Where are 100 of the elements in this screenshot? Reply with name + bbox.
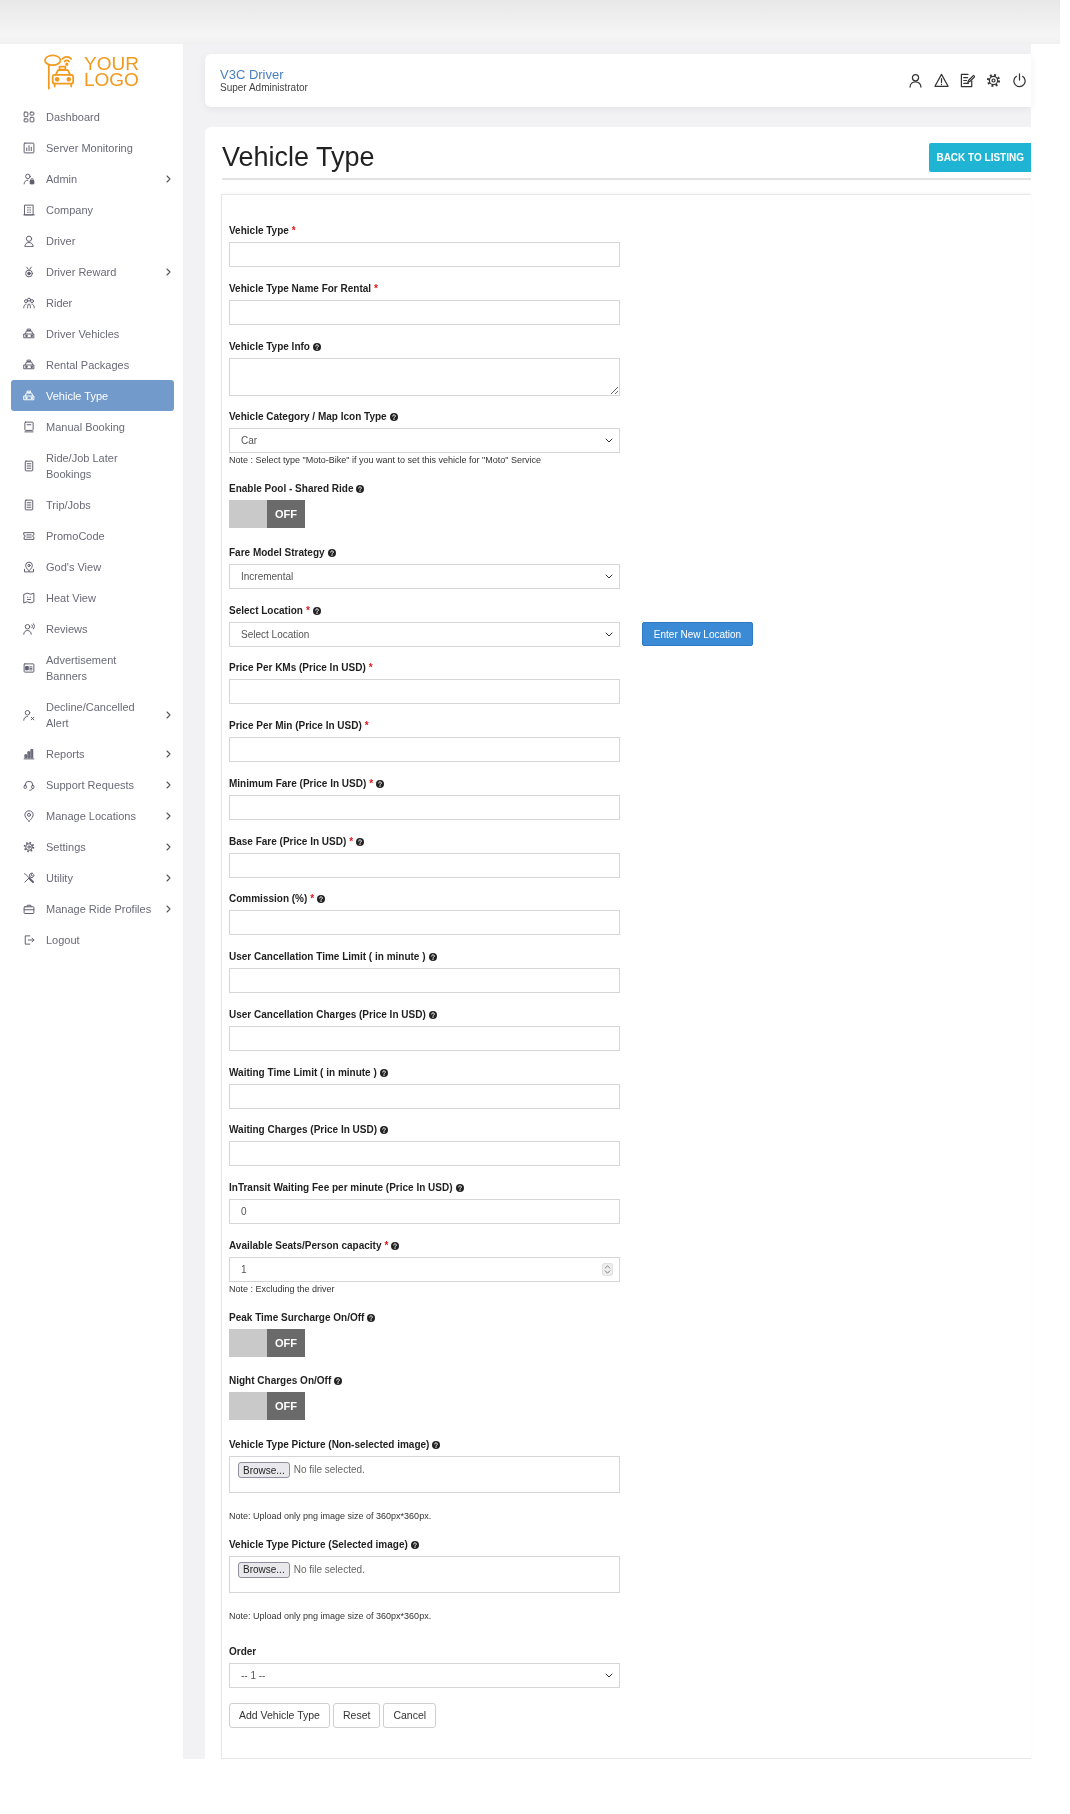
app-title: V3C Driver [220, 67, 285, 82]
medal-icon [23, 265, 35, 278]
car-icon [23, 327, 35, 340]
toggle-switch[interactable]: OFF [229, 500, 305, 528]
form-button[interactable]: Cancel [383, 1702, 437, 1728]
select-field[interactable]: -- 1 -- [229, 1662, 620, 1688]
car-icon [23, 389, 35, 402]
sidebar-item[interactable]: PromoCode [11, 520, 174, 551]
field-note: Note : Excluding the driver [229, 1282, 336, 1296]
sidebar-item[interactable]: Server Monitoring [11, 132, 174, 163]
field-note: Note: Upload only png image size of 360px*360px. [229, 1510, 433, 1523]
field-label: Order [229, 1644, 257, 1659]
text-field[interactable] [229, 794, 620, 820]
sidebar-item[interactable]: Vehicle Type [11, 380, 174, 411]
document-icon [23, 459, 35, 472]
field-label: Vehicle Type Info [229, 339, 310, 354]
sidebar-item[interactable]: Reports [11, 738, 174, 769]
sidebar-item[interactable]: Dashboard [11, 101, 174, 132]
field-label: Available Seats/Person capacity [229, 1238, 382, 1253]
text-field[interactable] [229, 679, 620, 705]
sidebar-item[interactable]: Advertisement Banners [11, 644, 174, 691]
sidebar-item[interactable]: Utility [11, 862, 174, 893]
location-pin-icon [23, 809, 35, 822]
sidebar-item[interactable]: Decline/Cancelled Alert [11, 691, 174, 738]
sidebar-item[interactable]: Manual Booking [11, 411, 174, 442]
person-icon [23, 234, 35, 247]
sidebar-item[interactable]: Ride/Job Later Bookings [11, 442, 174, 489]
text-field[interactable]: 0 [229, 1199, 620, 1224]
sidebar-item[interactable]: Heat View [11, 582, 174, 613]
file-field[interactable]: Browse... No file selected. [229, 1555, 620, 1593]
text-field[interactable] [229, 737, 620, 762]
field-label: User Cancellation Time Limit ( in minute ) [229, 950, 426, 964]
browse-button[interactable]: Browse... [238, 1462, 290, 1478]
user-lock-icon [23, 172, 35, 185]
enter-new-location-button[interactable]: Enter New Location [642, 622, 753, 646]
text-field[interactable] [229, 1025, 620, 1051]
chevron-down-icon [605, 573, 613, 579]
sidebar-item[interactable]: Reviews [11, 613, 174, 644]
required-mark: * [368, 661, 373, 676]
sidebar-item[interactable]: Driver [11, 225, 174, 256]
text-field[interactable] [229, 299, 620, 325]
chart-icon [23, 141, 35, 154]
sidebar-item[interactable]: Driver Reward [11, 256, 174, 287]
sidebar-item[interactable]: Admin [11, 163, 174, 194]
field-note: Note : Select type "Moto-Bike" if you want to set this vehicle for "Moto" Service [229, 454, 542, 468]
number-field[interactable]: 1 [229, 1256, 620, 1282]
user-x-icon [23, 708, 35, 721]
sidebar-item[interactable]: Support Requests [11, 769, 174, 800]
user-icon[interactable] [908, 73, 923, 88]
field-label: Base Fare (Price In USD) [229, 834, 347, 849]
text-area[interactable] [229, 357, 620, 396]
people-icon [23, 296, 35, 309]
field-label: InTransit Waiting Fee per minute (Price In USD) [229, 1181, 453, 1195]
sidebar-item[interactable]: Company [11, 194, 174, 225]
toggle-switch[interactable]: OFF [229, 1328, 305, 1357]
sidebar-item[interactable]: Manage Locations [11, 800, 174, 831]
page-title: Vehicle Type [222, 143, 375, 172]
settings-icon[interactable] [986, 73, 1001, 88]
bar-chart-icon [23, 747, 35, 760]
building-icon [23, 203, 35, 216]
sidebar-item[interactable]: Trip/Jobs [11, 489, 174, 520]
file-field[interactable]: Browse... No file selected. [229, 1456, 620, 1493]
sidebar-item[interactable]: Driver Vehicles [11, 318, 174, 349]
banner-icon [23, 661, 35, 674]
sidebar-item[interactable]: Logout [11, 924, 174, 955]
field-label: User Cancellation Charges (Price In USD) [229, 1007, 426, 1022]
text-field[interactable] [229, 852, 620, 878]
field-label: Vehicle Type Picture (Non-selected image) [229, 1438, 430, 1452]
form-button[interactable]: Reset [332, 1702, 381, 1728]
warning-icon[interactable] [934, 73, 949, 88]
spinner-icon[interactable] [602, 1262, 613, 1276]
select-field[interactable]: Incremental [229, 563, 620, 589]
sidebar-item[interactable]: Manage Ride Profiles [11, 893, 174, 924]
field-label: Peak Time Surcharge On/Off [229, 1310, 365, 1325]
field-label: Night Charges On/Off [229, 1374, 332, 1389]
browse-button[interactable]: Browse... [238, 1561, 290, 1578]
sidebar-item[interactable]: God's View [11, 551, 174, 582]
text-field[interactable] [229, 910, 620, 936]
sidebar-item[interactable]: Rental Packages [11, 349, 174, 380]
toggle-switch[interactable]: OFF [229, 1392, 305, 1421]
edit-icon[interactable] [960, 73, 975, 88]
sidebar-item[interactable]: Settings [11, 831, 174, 862]
form-button[interactable]: Add Vehicle Type [229, 1702, 330, 1728]
field-label: Select Location [229, 603, 303, 618]
book-icon [23, 420, 35, 433]
required-mark: * [364, 719, 369, 733]
required-mark: * [310, 892, 315, 907]
text-field[interactable] [229, 1141, 620, 1167]
headset-icon [23, 778, 35, 791]
text-field[interactable] [229, 968, 620, 993]
power-icon[interactable] [1012, 73, 1027, 88]
sidebar-item[interactable]: Rider [11, 287, 174, 318]
text-field[interactable] [229, 1083, 620, 1109]
logout-icon [23, 933, 35, 946]
select-field[interactable]: Select Location [229, 621, 620, 647]
select-field[interactable]: Car [229, 428, 620, 454]
field-label: Fare Model Strategy [229, 545, 325, 560]
field-label: Commission (%) [229, 892, 308, 907]
text-field[interactable] [229, 242, 620, 267]
map-pin-icon [23, 560, 35, 573]
